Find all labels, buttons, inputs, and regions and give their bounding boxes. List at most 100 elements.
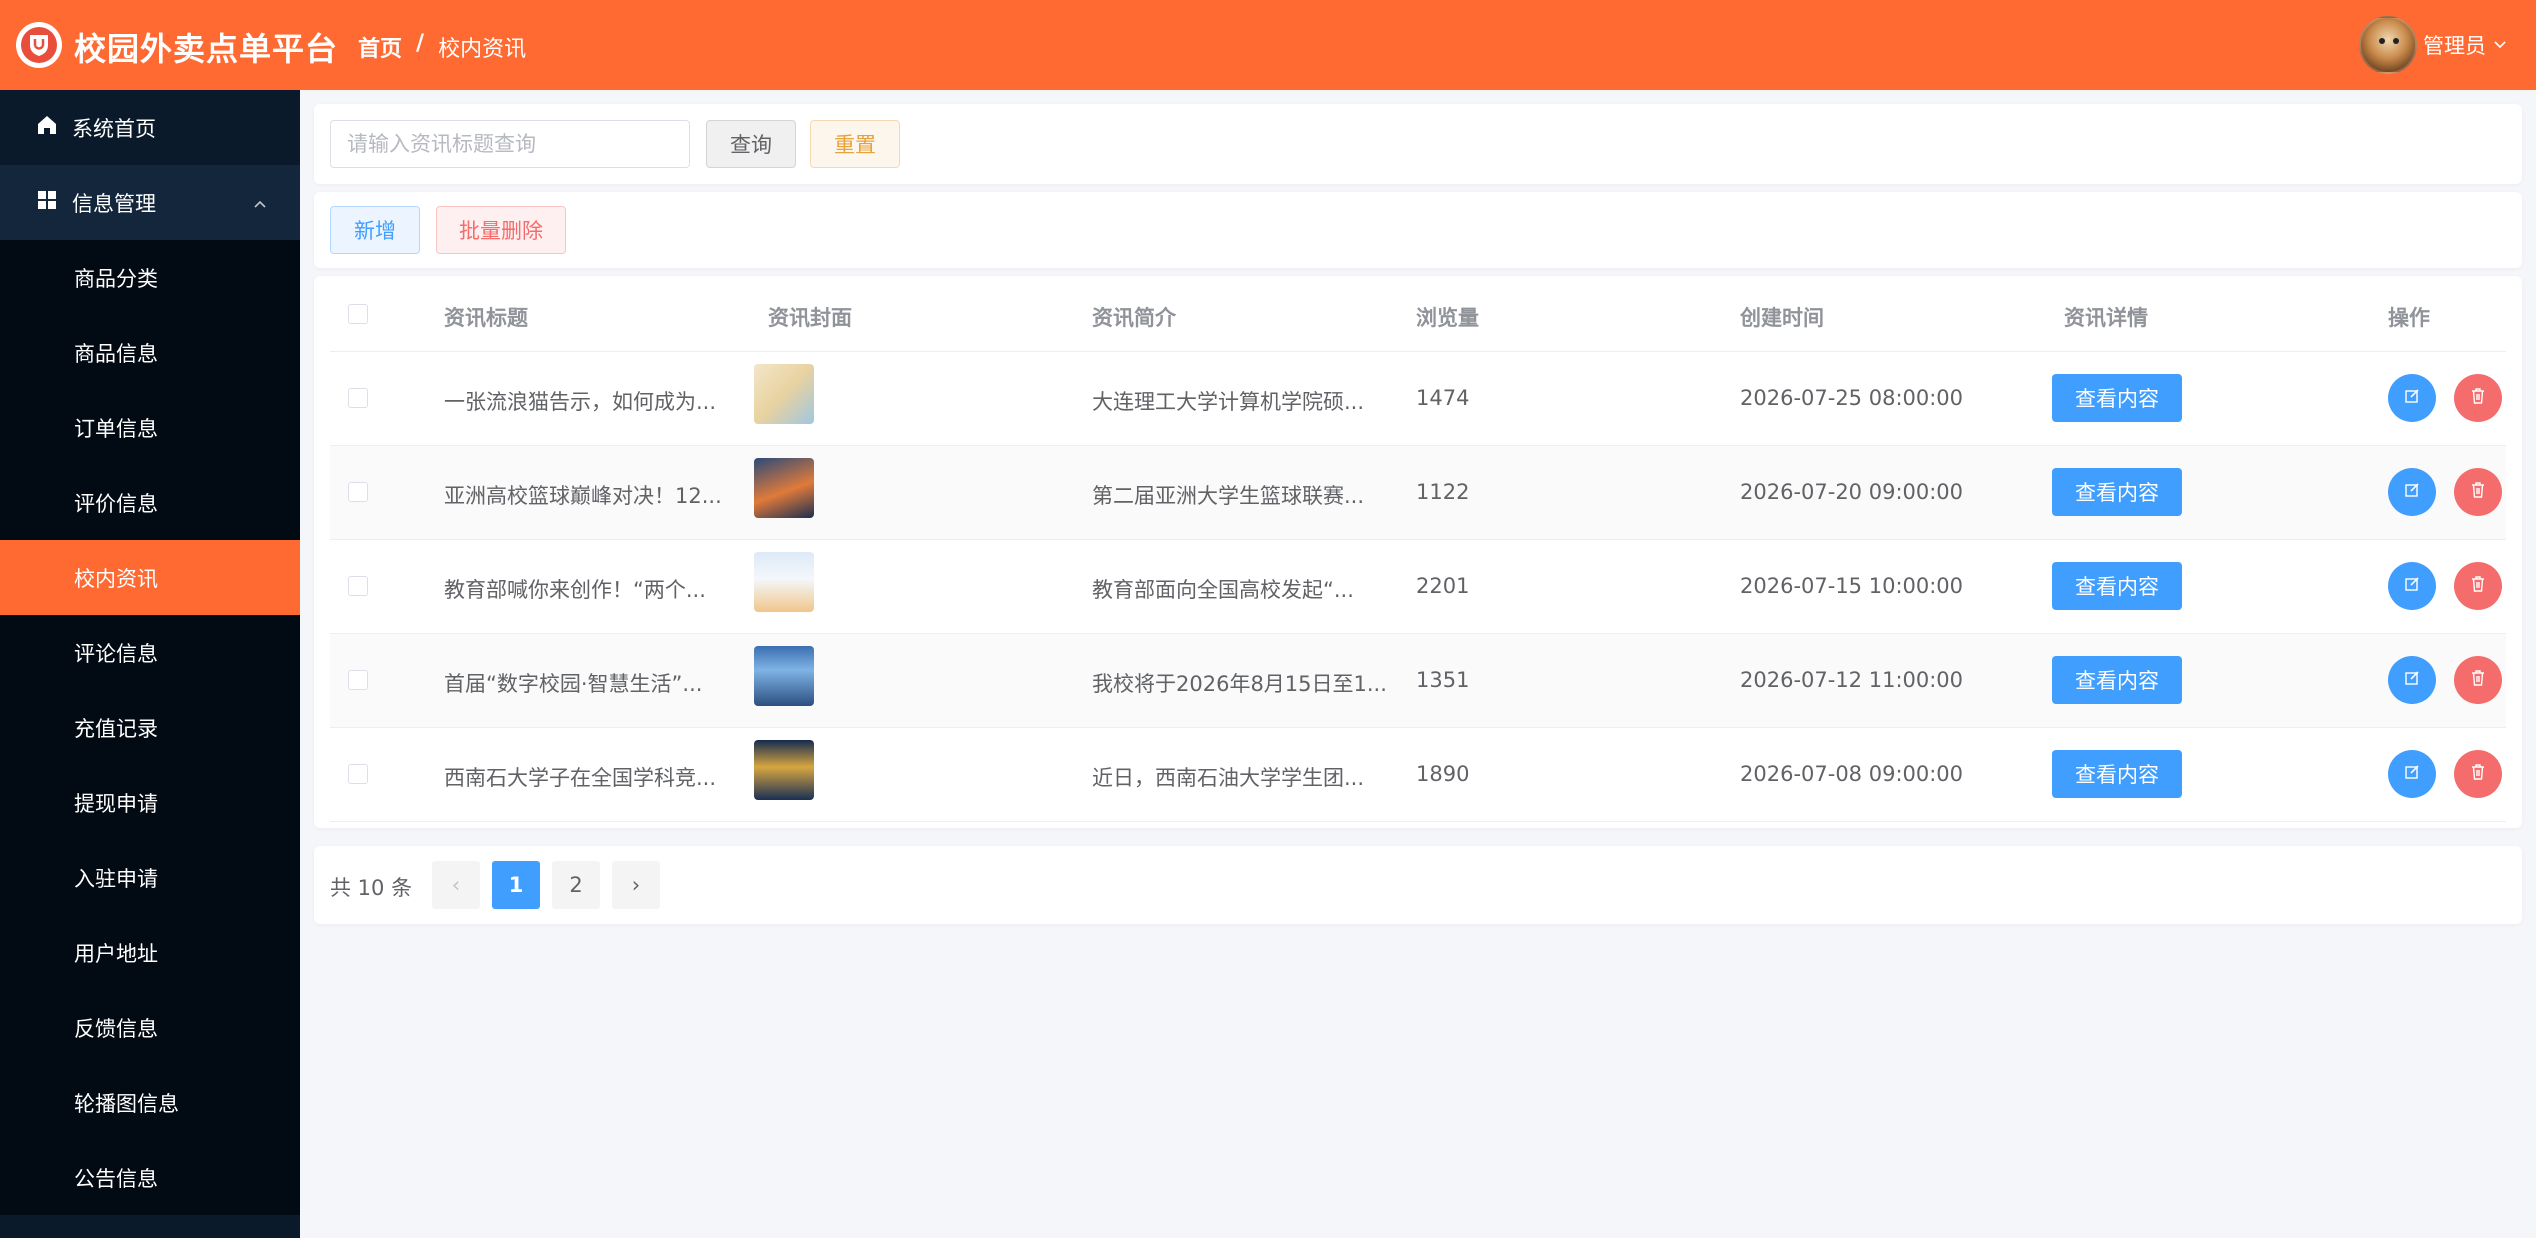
page-number[interactable]: 1	[492, 861, 540, 909]
view-content-button[interactable]: 查看内容	[2052, 656, 2182, 704]
news-created-time: 2026-07-12 11:00:00	[1740, 668, 1964, 692]
sidebar-item-label: 充值记录	[74, 716, 158, 741]
trash-icon	[2469, 575, 2487, 597]
breadcrumb-separator: /	[416, 31, 425, 56]
user-name[interactable]: 管理员	[2423, 30, 2486, 60]
news-summary: 第二届亚洲大学生篮球联赛...	[1092, 484, 1365, 508]
sidebar-item-home[interactable]: 系统首页	[0, 90, 300, 165]
view-content-button[interactable]: 查看内容	[2052, 468, 2182, 516]
sidebar-item-user-address[interactable]: 用户地址	[0, 915, 300, 990]
row-checkbox[interactable]	[348, 670, 368, 690]
sidebar-item-feedback[interactable]: 反馈信息	[0, 990, 300, 1065]
sidebar-item-comments[interactable]: 评论信息	[0, 615, 300, 690]
news-title: 亚洲高校篮球巅峰对决！12...	[444, 484, 722, 508]
edit-button[interactable]	[2388, 562, 2436, 610]
sidebar-item-review-info[interactable]: 评价信息	[0, 465, 300, 540]
edit-icon	[2403, 575, 2421, 597]
table-header: 资讯标题 资讯封面 资讯简介 浏览量 创建时间 资讯详情 操作	[330, 276, 2506, 352]
add-button[interactable]: 新增	[330, 206, 420, 254]
edit-button[interactable]	[2388, 374, 2436, 422]
news-cover-image[interactable]	[754, 364, 814, 424]
sidebar-item-order-info[interactable]: 订单信息	[0, 390, 300, 465]
news-title: 一张流浪猫告示，如何成为...	[444, 390, 717, 414]
chevron-down-icon[interactable]	[2492, 33, 2508, 57]
sidebar-item-label: 反馈信息	[74, 1016, 158, 1041]
column-header: 资讯标题	[444, 306, 528, 330]
delete-button[interactable]	[2454, 750, 2502, 798]
news-views: 1474	[1416, 386, 1470, 410]
news-summary: 近日，西南石油大学学生团...	[1092, 766, 1365, 790]
news-cover-image[interactable]	[754, 646, 814, 706]
action-bar: 新增 批量删除	[314, 192, 2522, 268]
sidebar-item-recharge[interactable]: 充值记录	[0, 690, 300, 765]
breadcrumb: 首页 / 校内资讯	[358, 31, 526, 63]
delete-button[interactable]	[2454, 468, 2502, 516]
select-all-checkbox[interactable]	[348, 304, 368, 324]
view-content-button[interactable]: 查看内容	[2052, 374, 2182, 422]
trash-icon	[2469, 387, 2487, 409]
pagination: 共 10 条 ‹ 1 2 ›	[314, 846, 2522, 924]
breadcrumb-home[interactable]: 首页	[358, 31, 402, 63]
home-icon	[36, 114, 58, 141]
breadcrumb-current: 校内资讯	[438, 37, 527, 62]
table-row: 教育部喊你来创作！“两个... 教育部面向全国高校发起“... 2201 202…	[330, 540, 2506, 634]
sidebar-group-info-management[interactable]: 信息管理	[0, 165, 300, 240]
pagination-total: 共 10 条	[330, 876, 413, 900]
news-title: 教育部喊你来创作！“两个...	[444, 578, 706, 602]
avatar[interactable]	[2359, 16, 2417, 74]
news-created-time: 2026-07-20 09:00:00	[1740, 480, 1964, 504]
delete-button[interactable]	[2454, 656, 2502, 704]
sidebar-item-label: 商品信息	[74, 341, 158, 366]
column-header: 资讯详情	[2064, 306, 2148, 330]
top-header: 校园外卖点单平台 首页 / 校内资讯 管理员	[0, 0, 2536, 90]
sidebar-item-label: 信息管理	[72, 191, 156, 216]
search-input[interactable]	[330, 120, 690, 168]
batch-delete-button[interactable]: 批量删除	[436, 206, 566, 254]
sidebar-item-product-category[interactable]: 商品分类	[0, 240, 300, 315]
edit-icon	[2403, 763, 2421, 785]
query-button[interactable]: 查询	[706, 120, 796, 168]
sidebar-item-label: 公告信息	[74, 1166, 158, 1191]
next-page-button[interactable]: ›	[612, 861, 660, 909]
delete-button[interactable]	[2454, 562, 2502, 610]
edit-button[interactable]	[2388, 656, 2436, 704]
prev-page-button[interactable]: ‹	[432, 861, 480, 909]
sidebar-item-label: 提现申请	[74, 791, 158, 816]
user-menu[interactable]: 管理员	[2359, 16, 2508, 74]
news-table: 资讯标题 资讯封面 资讯简介 浏览量 创建时间 资讯详情 操作 一张流浪猫告示，…	[314, 276, 2522, 828]
sidebar-item-withdraw[interactable]: 提现申请	[0, 765, 300, 840]
sidebar-item-campus-news[interactable]: 校内资讯	[0, 540, 300, 615]
row-checkbox[interactable]	[348, 764, 368, 784]
view-content-button[interactable]: 查看内容	[2052, 750, 2182, 798]
sidebar-item-label: 订单信息	[74, 416, 158, 441]
trash-icon	[2469, 669, 2487, 691]
row-checkbox[interactable]	[348, 482, 368, 502]
shield-icon	[21, 27, 57, 63]
news-cover-image[interactable]	[754, 458, 814, 518]
sidebar-item-product-info[interactable]: 商品信息	[0, 315, 300, 390]
page-number[interactable]: 2	[552, 861, 600, 909]
row-checkbox[interactable]	[348, 388, 368, 408]
sidebar-item-label: 系统首页	[72, 116, 156, 141]
news-views: 1122	[1416, 480, 1470, 504]
row-checkbox[interactable]	[348, 576, 368, 596]
news-created-time: 2026-07-08 09:00:00	[1740, 762, 1964, 786]
sidebar-item-label: 评价信息	[74, 491, 158, 516]
view-content-button[interactable]: 查看内容	[2052, 562, 2182, 610]
column-header: 创建时间	[1740, 306, 1824, 330]
sidebar-item-label: 商品分类	[74, 266, 158, 291]
sidebar-item-label: 入驻申请	[74, 866, 158, 891]
news-cover-image[interactable]	[754, 552, 814, 612]
sidebar-item-carousel[interactable]: 轮播图信息	[0, 1065, 300, 1140]
news-cover-image[interactable]	[754, 740, 814, 800]
news-title: 西南石大学子在全国学科竞...	[444, 766, 717, 790]
sidebar-item-notice[interactable]: 公告信息	[0, 1140, 300, 1215]
table-row: 一张流浪猫告示，如何成为... 大连理工大学计算机学院硕... 1474 202…	[330, 352, 2506, 446]
reset-button[interactable]: 重置	[810, 120, 900, 168]
sidebar-item-label: 评论信息	[74, 641, 158, 666]
news-views: 1351	[1416, 668, 1470, 692]
edit-button[interactable]	[2388, 750, 2436, 798]
edit-button[interactable]	[2388, 468, 2436, 516]
delete-button[interactable]	[2454, 374, 2502, 422]
sidebar-item-settle-apply[interactable]: 入驻申请	[0, 840, 300, 915]
